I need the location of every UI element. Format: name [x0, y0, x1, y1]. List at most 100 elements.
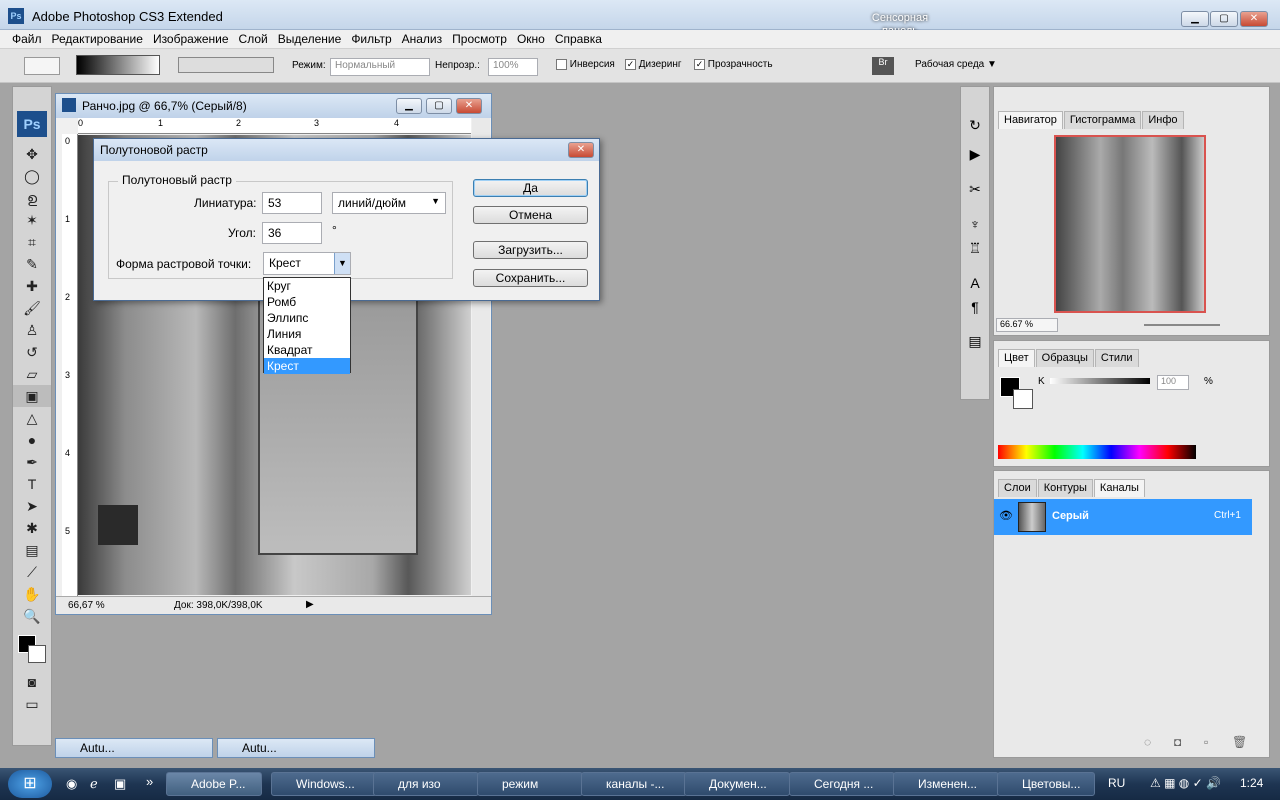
bridge-icon[interactable]: Br	[872, 57, 894, 75]
history-brush-icon[interactable]: ↺	[13, 341, 51, 363]
crop-tool-icon[interactable]: ⌗	[13, 231, 51, 253]
doc-info[interactable]: Док: 398,0K/398,0K	[174, 600, 263, 611]
minimized-doc-1[interactable]: Autu...	[55, 738, 213, 758]
dialog-titlebar[interactable]: Полутоновой растр ✕	[94, 139, 599, 161]
magic-wand-icon[interactable]: ✶	[13, 209, 51, 231]
menu-layer[interactable]: Слой	[234, 30, 273, 46]
tab-channels[interactable]: Каналы	[1093, 479, 1145, 497]
frequency-unit-select[interactable]: линий/дюйм ▼	[332, 192, 446, 214]
hand-tool-icon[interactable]: ✋	[13, 583, 51, 605]
document-titlebar[interactable]: Ранчо.jpg @ 66,7% (Серый/8) ▁ ▢ ✕	[56, 94, 491, 118]
navigator-zoom-slider[interactable]	[1144, 324, 1220, 326]
path-select-icon[interactable]: ➤	[13, 495, 51, 517]
doc-maximize-button[interactable]: ▢	[426, 98, 452, 114]
minimized-doc-2[interactable]: Autu...	[217, 738, 375, 758]
eye-icon[interactable]: 👁	[999, 509, 1013, 522]
transparency-check-box[interactable]: ✓	[694, 59, 705, 70]
tab-paths[interactable]: Контуры	[1037, 479, 1093, 497]
maximize-button[interactable]: ▢	[1210, 11, 1238, 27]
shape-option-ellipse[interactable]: Эллипс	[264, 310, 350, 326]
tab-swatches[interactable]: Образцы	[1035, 349, 1094, 367]
taskbar-item-photoshop[interactable]: Adobe P...	[166, 772, 262, 796]
k-slider[interactable]	[1050, 378, 1150, 384]
menu-window[interactable]: Окно	[512, 30, 550, 46]
angle-input[interactable]: 36	[262, 222, 322, 244]
ie-icon[interactable]: ℯ	[90, 776, 98, 792]
menu-analysis[interactable]: Анализ	[397, 30, 448, 46]
dialog-close-button[interactable]: ✕	[568, 142, 594, 158]
taskbar-item-segodnya[interactable]: Сегодня ...	[789, 772, 895, 796]
clone-source-icon[interactable]: ♖	[961, 240, 989, 257]
invert-check-box[interactable]	[556, 59, 567, 70]
shape-option-square[interactable]: Квадрат	[264, 342, 350, 358]
taskbar-item-izmenen[interactable]: Изменен...	[893, 772, 999, 796]
lasso-tool-icon[interactable]: ഉ	[13, 187, 51, 209]
load-selection-icon[interactable]: ◌	[1144, 735, 1151, 749]
gradient-picker[interactable]	[76, 55, 160, 75]
k-value-input[interactable]: 100	[1157, 375, 1189, 390]
color-swatches[interactable]	[13, 627, 51, 671]
start-button[interactable]: ⊞	[8, 770, 52, 798]
shape-option-diamond[interactable]: Ромб	[264, 294, 350, 310]
menu-view[interactable]: Просмотр	[447, 30, 512, 46]
doc-minimize-button[interactable]: ▁	[396, 98, 422, 114]
doc-zoom[interactable]: 66,67 %	[68, 600, 105, 611]
taskbar-item-tsvetovy[interactable]: Цветовы...	[997, 772, 1095, 796]
minimize-button[interactable]: ▁	[1181, 11, 1209, 27]
zoom-tool-icon[interactable]: 🔍	[13, 605, 51, 627]
invert-checkbox[interactable]: Инверсия	[556, 59, 615, 70]
clock[interactable]: 1:24	[1240, 776, 1263, 790]
history-panel-icon[interactable]: ↻	[961, 117, 989, 134]
tool-preset-picker[interactable]	[24, 57, 60, 75]
notes-tool-icon[interactable]: ▤	[13, 539, 51, 561]
ok-button[interactable]: Да	[473, 179, 588, 197]
status-arrow-icon[interactable]: ▶	[306, 599, 314, 610]
firefox-icon[interactable]: ◉	[66, 776, 77, 792]
navigator-zoom[interactable]: 66.67 %	[996, 318, 1058, 332]
menu-file[interactable]: Файл	[0, 30, 47, 46]
taskbar-item-kanaly[interactable]: каналы -...	[581, 772, 687, 796]
paragraph-panel-icon[interactable]: ¶	[961, 299, 989, 315]
frequency-input[interactable]: 53	[262, 192, 322, 214]
tab-info[interactable]: Инфо	[1142, 111, 1184, 129]
background-color[interactable]	[28, 645, 46, 663]
brush-tool-icon[interactable]: 🖌	[13, 297, 51, 319]
taskbar-item-windows[interactable]: Windows...	[271, 772, 377, 796]
move-tool-icon[interactable]: ✥	[13, 143, 51, 165]
gradient-tool-icon[interactable]: ▣	[13, 385, 51, 407]
mode-select[interactable]: Нормальный	[330, 58, 430, 76]
dither-check-box[interactable]: ✓	[625, 59, 636, 70]
taskbar-item-document[interactable]: Докумен...	[684, 772, 790, 796]
tab-styles[interactable]: Стили	[1094, 349, 1139, 367]
color-background-swatch[interactable]	[1013, 389, 1033, 409]
menu-image[interactable]: Изображение	[148, 30, 234, 46]
eyedropper-icon[interactable]: ⟋	[13, 561, 51, 583]
gradient-type-buttons[interactable]	[178, 57, 274, 73]
channel-row-gray[interactable]: 👁 Серый Ctrl+1	[994, 499, 1252, 535]
tab-navigator[interactable]: Навигатор	[998, 111, 1063, 129]
quick-mask-icon[interactable]: ◙	[13, 671, 51, 693]
shape-select[interactable]: Крест ▼	[263, 252, 351, 275]
shape-option-circle[interactable]: Круг	[264, 278, 350, 294]
tab-layers[interactable]: Слои	[998, 479, 1037, 497]
pen-tool-icon[interactable]: ✒	[13, 451, 51, 473]
clone-stamp-icon[interactable]: ♙	[13, 319, 51, 341]
slice-tool-icon[interactable]: ✎	[13, 253, 51, 275]
eraser-tool-icon[interactable]: ▱	[13, 363, 51, 385]
cancel-button[interactable]: Отмена	[473, 206, 588, 224]
new-channel-icon[interactable]: ▫	[1204, 735, 1208, 749]
doc-close-button[interactable]: ✕	[456, 98, 482, 114]
tray-icons[interactable]: ⚠ ▦ ◍ ✓ 🔊	[1150, 776, 1221, 790]
close-button[interactable]: ✕	[1240, 11, 1268, 27]
menu-filter[interactable]: Фильтр	[346, 30, 396, 46]
trash-icon[interactable]: 🗑	[1232, 735, 1247, 749]
layer-comps-icon[interactable]: ▤	[961, 333, 989, 350]
marquee-tool-icon[interactable]: ◯	[13, 165, 51, 187]
tab-color[interactable]: Цвет	[998, 349, 1035, 367]
type-tool-icon[interactable]: T	[13, 473, 51, 495]
screen-mode-icon[interactable]: ▭	[13, 693, 51, 715]
actions-panel-icon[interactable]: ▶	[961, 146, 989, 163]
load-button[interactable]: Загрузить...	[473, 241, 588, 259]
save-selection-icon[interactable]: ◘	[1174, 735, 1181, 749]
save-button[interactable]: Сохранить...	[473, 269, 588, 287]
